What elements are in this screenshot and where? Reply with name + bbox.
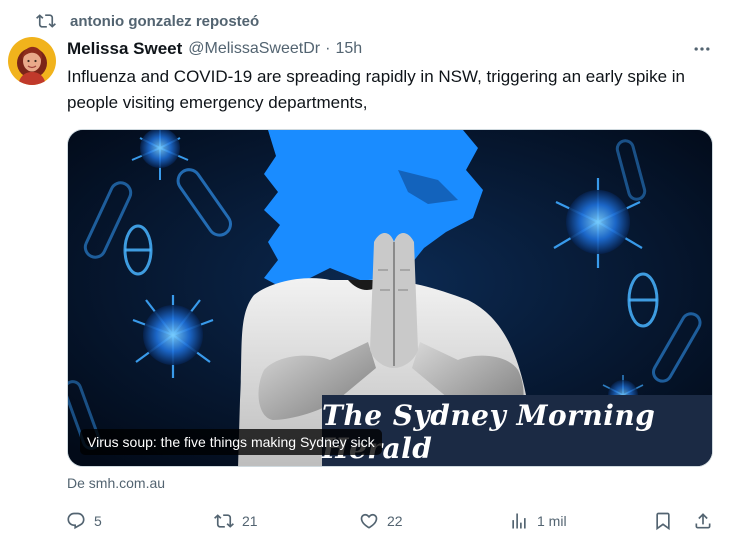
reply-count: 5 <box>94 513 102 529</box>
repost-text: antonio gonzalez reposteó <box>70 12 260 30</box>
card-source[interactable]: De smh.com.au <box>67 475 165 491</box>
bookmark-icon <box>656 512 670 531</box>
like-count: 22 <box>387 513 403 529</box>
reply-button[interactable]: 5 <box>66 507 102 535</box>
share-button[interactable] <box>693 507 713 535</box>
repost-context[interactable]: antonio gonzalez reposteó <box>36 10 259 32</box>
heart-icon <box>360 513 378 529</box>
views-count: 1 mil <box>537 513 567 529</box>
more-icon <box>694 47 710 51</box>
action-bar: 5 21 22 1 mil <box>62 507 722 535</box>
reply-icon <box>67 512 85 530</box>
tweet-time[interactable]: 15h <box>335 40 362 58</box>
retweet-icon <box>214 514 234 528</box>
retweet-count: 21 <box>242 513 258 529</box>
card-caption[interactable]: Virus soup: the five things making Sydne… <box>80 429 382 455</box>
like-button[interactable]: 22 <box>359 507 403 535</box>
tweet-header: Melissa Sweet @MelissaSweetDr · 15h <box>67 38 362 60</box>
share-icon <box>695 513 711 529</box>
author-handle[interactable]: @MelissaSweetDr <box>188 40 320 58</box>
tweet-text: Influenza and COVID-19 are spreading rap… <box>67 67 685 112</box>
bookmark-button[interactable] <box>653 507 673 535</box>
views-button[interactable]: 1 mil <box>509 507 567 535</box>
retweet-button[interactable]: 21 <box>214 507 258 535</box>
link-card[interactable]: The Sydney Morning Herald Virus soup: th… <box>67 129 713 467</box>
analytics-icon <box>512 513 526 529</box>
header-separator: · <box>325 40 331 57</box>
more-options-button[interactable] <box>690 40 714 58</box>
retweet-icon <box>36 11 56 31</box>
author-name[interactable]: Melissa Sweet <box>67 39 182 59</box>
avatar[interactable] <box>8 37 56 85</box>
